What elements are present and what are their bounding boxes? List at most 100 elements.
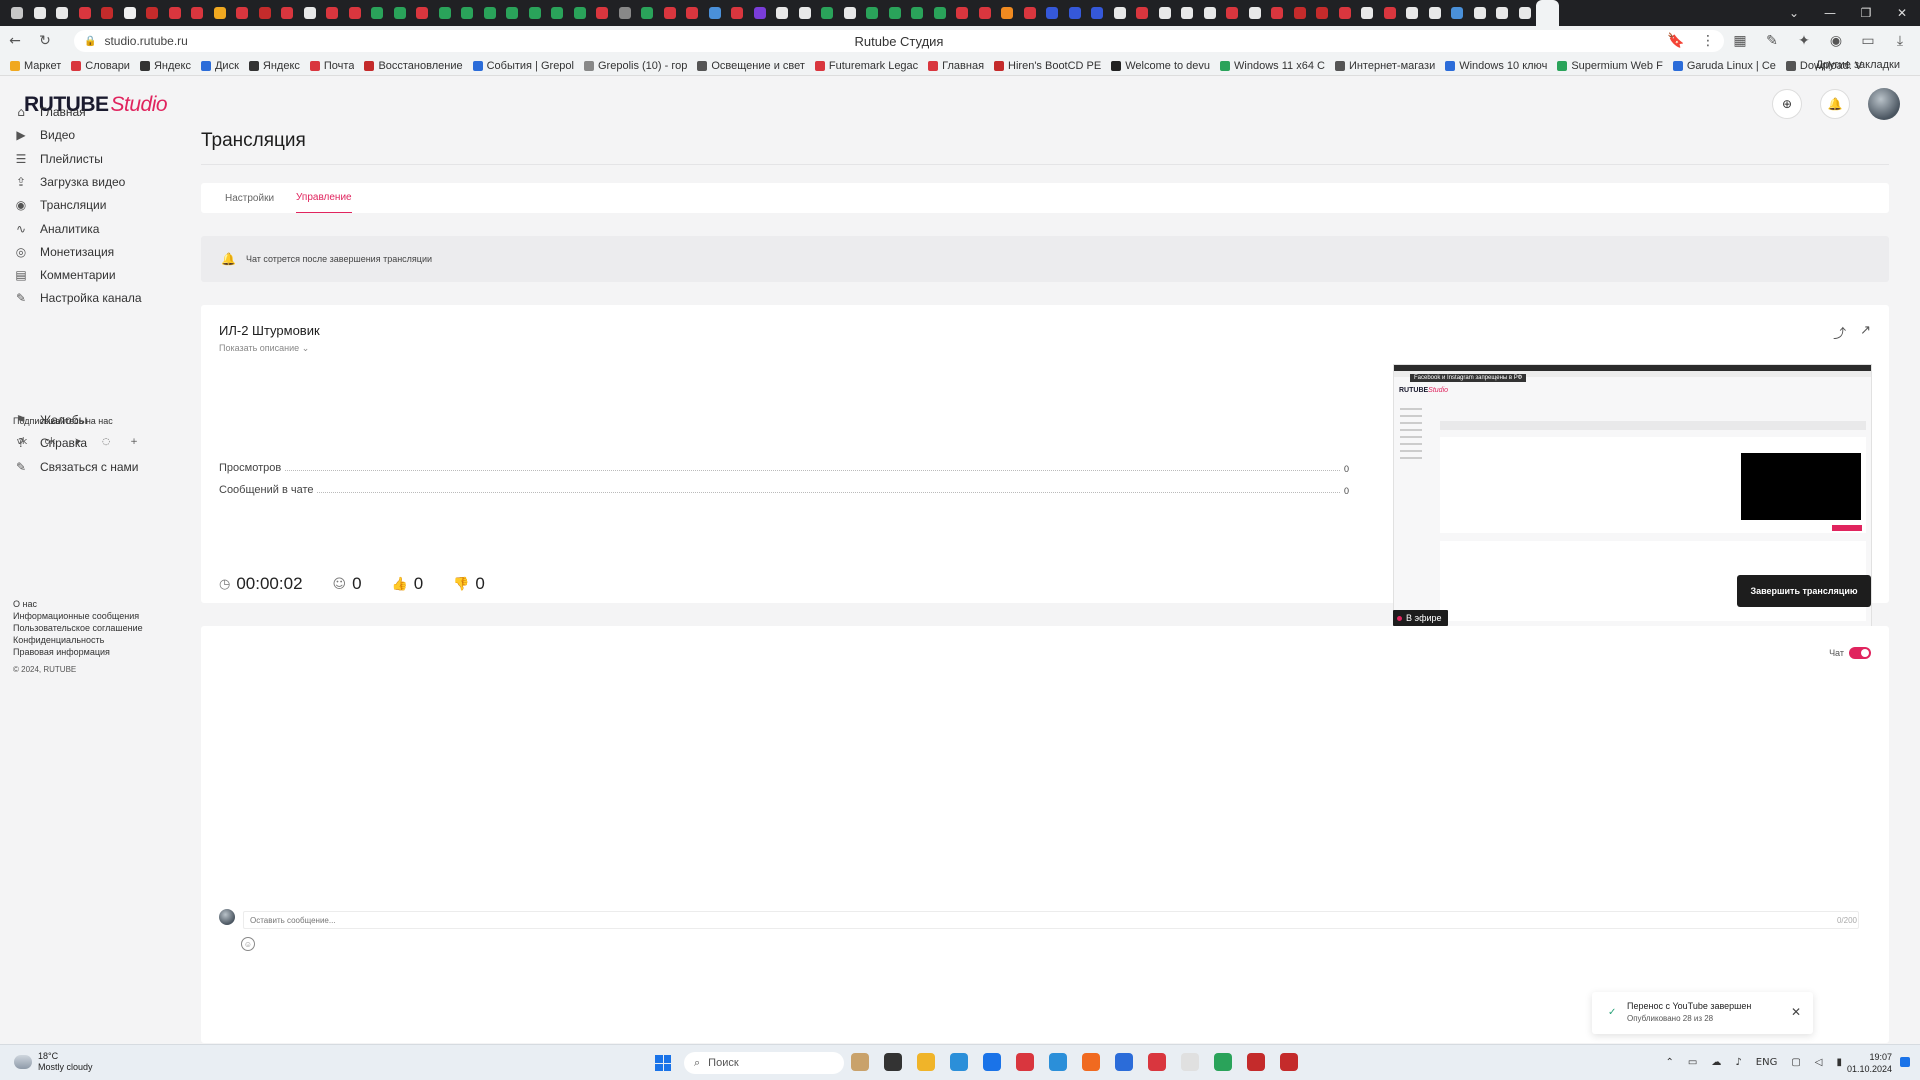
browser-tab[interactable] — [1221, 0, 1244, 26]
bookmark-item[interactable]: Welcome to devu — [1111, 60, 1210, 72]
footer-link[interactable]: О нас — [13, 598, 143, 610]
extension-icon[interactable]: ▦ — [1726, 26, 1754, 56]
browser-tab[interactable] — [1154, 0, 1177, 26]
browser-tab[interactable] — [119, 0, 142, 26]
weather-widget[interactable]: 18°C Mostly cloudy — [14, 1051, 93, 1073]
browser-tab[interactable] — [726, 0, 749, 26]
bookmark-icon[interactable]: 🔖 — [1662, 26, 1690, 56]
reload-icon[interactable]: ↻ — [30, 26, 60, 56]
close-icon[interactable]: ✕ — [1791, 1005, 1801, 1019]
network-icon[interactable]: ▭ — [1688, 1057, 1697, 1068]
sidebar-item[interactable]: ◎ Монетизация — [14, 240, 184, 264]
browser-tab[interactable] — [1401, 0, 1424, 26]
browser-tab[interactable] — [771, 0, 794, 26]
notification-center-icon[interactable] — [1900, 1057, 1910, 1067]
taskbar-app-icon[interactable] — [1280, 1053, 1298, 1071]
browser-tab[interactable] — [1064, 0, 1087, 26]
browser-tab[interactable] — [1446, 0, 1469, 26]
sidebar-item[interactable]: ⚑ Жалобы — [14, 408, 184, 432]
browser-tab[interactable] — [96, 0, 119, 26]
browser-tab[interactable] — [974, 0, 997, 26]
browser-tab[interactable] — [794, 0, 817, 26]
browser-tab[interactable] — [906, 0, 929, 26]
browser-tab[interactable] — [29, 0, 52, 26]
taskbar-app-icon[interactable] — [1082, 1053, 1100, 1071]
taskbar-app-icon[interactable] — [917, 1053, 935, 1071]
lang-indicator[interactable]: ENG — [1756, 1057, 1778, 1068]
back-icon[interactable]: ← — [0, 26, 30, 56]
browser-tab[interactable] — [186, 0, 209, 26]
browser-tab[interactable] — [861, 0, 884, 26]
browser-tab[interactable] — [749, 0, 772, 26]
close-window-button[interactable]: ✕ — [1884, 0, 1920, 26]
mic-icon[interactable]: ♪ — [1735, 1057, 1741, 1068]
browser-tab[interactable] — [366, 0, 389, 26]
bookmark-item[interactable]: Диск — [200, 60, 239, 72]
browser-tab[interactable] — [681, 0, 704, 26]
browser-tab[interactable] — [1311, 0, 1334, 26]
puzzle-icon[interactable]: ✦ — [1790, 26, 1818, 56]
taskbar-app-icon[interactable] — [1115, 1053, 1133, 1071]
browser-tab[interactable] — [456, 0, 479, 26]
bookmark-item[interactable]: Восстановление — [364, 60, 463, 72]
clock[interactable]: 19:07 01.10.2024 — [1847, 1051, 1892, 1075]
show-description-link[interactable]: Показать описание ⌄ — [219, 343, 309, 354]
bookmark-item[interactable]: Garuda Linux | Ce — [1672, 60, 1776, 72]
menu-icon[interactable]: ⋮ — [1694, 26, 1722, 56]
bookmark-item[interactable]: События | Grepol — [472, 60, 574, 72]
browser-tab[interactable] — [1356, 0, 1379, 26]
bookmark-item[interactable]: Windows 10 ключ — [1445, 60, 1547, 72]
tab-settings[interactable]: Настройки — [225, 183, 274, 213]
end-stream-button[interactable]: Завершить трансляцию — [1737, 575, 1871, 607]
browser-tab[interactable] — [636, 0, 659, 26]
footer-link[interactable]: Правовая информация — [13, 646, 143, 658]
download-icon[interactable]: ⤓ — [1886, 26, 1914, 56]
media-icon[interactable]: ◉ — [1822, 26, 1850, 56]
bookmark-item[interactable]: Интернет-магази — [1334, 60, 1435, 72]
browser-tab[interactable] — [1199, 0, 1222, 26]
taskbar-app-icon[interactable] — [851, 1053, 869, 1071]
browser-tab[interactable] — [704, 0, 727, 26]
browser-tab[interactable] — [1289, 0, 1312, 26]
browser-tab[interactable] — [951, 0, 974, 26]
bookmark-item[interactable]: Windows 11 x64 C — [1220, 60, 1325, 72]
taskbar-app-icon[interactable] — [1016, 1053, 1034, 1071]
browser-tab[interactable] — [501, 0, 524, 26]
tab-search-icon[interactable]: ⌄ — [1776, 0, 1812, 26]
footer-link[interactable]: Конфиденциальность — [13, 634, 143, 646]
sidebar-item[interactable]: ✎ Связаться с нами — [14, 455, 184, 479]
sidebar-item[interactable]: ⇪ Загрузка видео — [14, 170, 184, 194]
browser-tab[interactable] — [1334, 0, 1357, 26]
tab-management[interactable]: Управление — [296, 183, 352, 213]
browser-tab[interactable] — [659, 0, 682, 26]
browser-tab[interactable] — [1379, 0, 1402, 26]
browser-tab[interactable] — [524, 0, 547, 26]
share-icon[interactable]: ⤴ — [1833, 323, 1846, 342]
bookmark-item[interactable]: Futuremark Legac — [814, 60, 918, 72]
sidebar-item[interactable]: ◉ Трансляции — [14, 193, 184, 217]
browser-tab[interactable] — [1176, 0, 1199, 26]
bookmark-item[interactable]: Яндекс — [248, 60, 300, 72]
open-external-icon[interactable]: ↗ — [1860, 323, 1871, 342]
browser-tab[interactable] — [1109, 0, 1132, 26]
avatar[interactable] — [1868, 88, 1900, 120]
bookmark-item[interactable]: Яндекс — [139, 60, 191, 72]
browser-tab[interactable] — [1244, 0, 1267, 26]
bookmark-item[interactable]: Supermium Web F — [1557, 60, 1663, 72]
maximize-button[interactable]: ❐ — [1848, 0, 1884, 26]
minimize-button[interactable]: — — [1812, 0, 1848, 26]
browser-tab[interactable] — [546, 0, 569, 26]
browser-tab[interactable] — [1266, 0, 1289, 26]
browser-tab[interactable] — [1514, 0, 1537, 26]
browser-tab[interactable] — [434, 0, 457, 26]
browser-tab[interactable] — [141, 0, 164, 26]
footer-link[interactable]: Информационные сообщения — [13, 610, 143, 622]
taskbar-app-icon[interactable] — [1181, 1053, 1199, 1071]
browser-tab[interactable] — [6, 0, 29, 26]
bookmark-item[interactable]: Почта — [309, 60, 354, 72]
bookmark-item[interactable]: Маркет — [10, 60, 61, 72]
browser-tab[interactable] — [411, 0, 434, 26]
browser-tab[interactable] — [389, 0, 412, 26]
taskbar-app-icon[interactable] — [1247, 1053, 1265, 1071]
browser-tab[interactable] — [1019, 0, 1042, 26]
